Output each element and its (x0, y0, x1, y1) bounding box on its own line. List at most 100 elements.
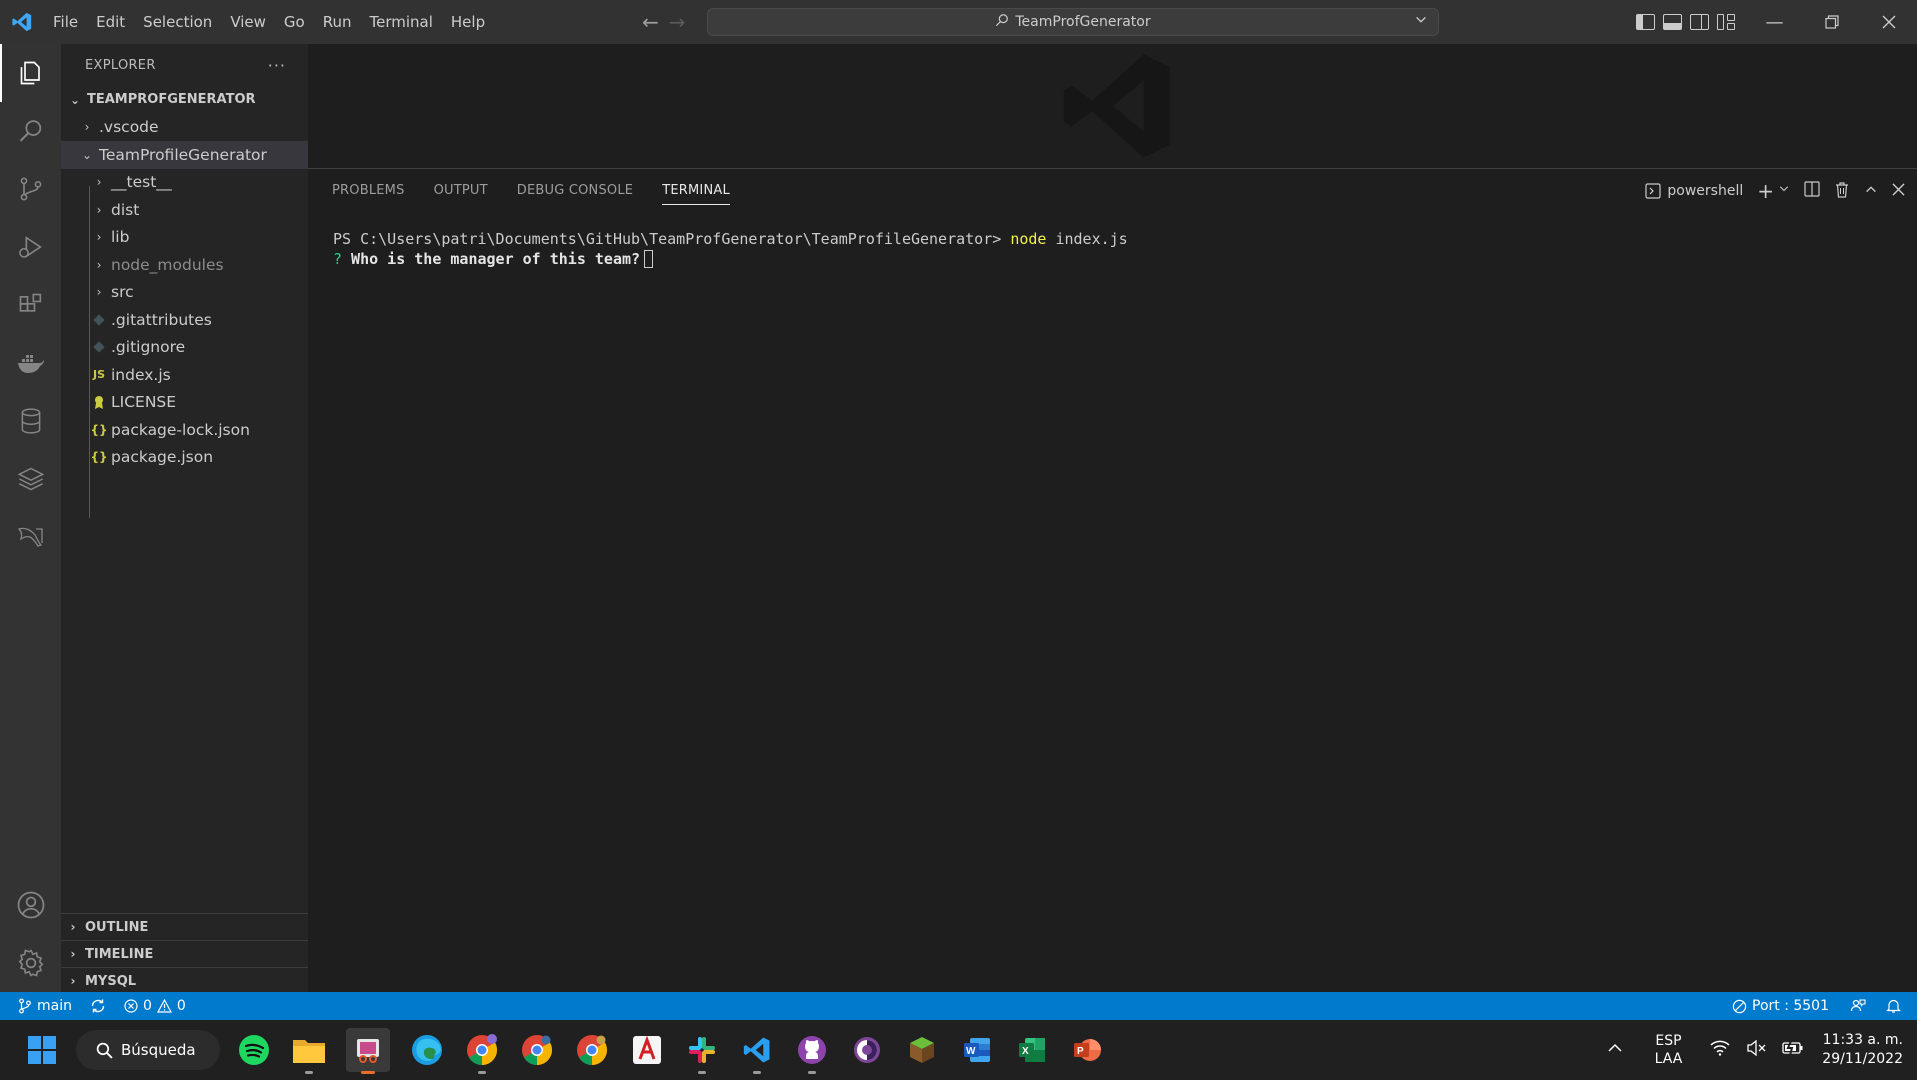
split-terminal-icon[interactable] (1804, 181, 1820, 201)
docker-icon[interactable] (0, 334, 61, 392)
toggle-panel-icon[interactable] (1663, 14, 1682, 30)
tree-folder-lib[interactable]: › lib (61, 224, 308, 252)
accounts-icon[interactable] (0, 876, 61, 934)
input-language[interactable]: ESP LAA (1655, 1032, 1683, 1068)
tree-item-label: .gitignore (111, 338, 186, 357)
trash-icon[interactable] (1834, 181, 1850, 202)
branch-indicator[interactable]: main (0, 992, 81, 1020)
terminal-line-2: ? Who is the manager of this team? (333, 249, 1128, 269)
chevron-down-icon[interactable] (1414, 13, 1428, 31)
menu-run[interactable]: Run (314, 0, 361, 44)
terminal-shell-selector[interactable]: powershell (1645, 183, 1743, 199)
tree-folder-src[interactable]: › src (61, 279, 308, 307)
show-hidden-icons-chevron-icon[interactable] (1607, 1042, 1623, 1058)
tree-folder-vscode[interactable]: › .vscode (61, 114, 308, 142)
tree-item-label: package-lock.json (111, 420, 250, 439)
maximize-panel-icon[interactable] (1864, 182, 1878, 200)
battery-charging-icon[interactable] (1782, 1040, 1804, 1059)
vscode-icon[interactable] (739, 1032, 775, 1074)
search-icon (96, 1042, 113, 1059)
live-server-port[interactable]: Port : 5501 (1723, 992, 1838, 1020)
mysql-dolphin-icon[interactable] (0, 508, 61, 566)
layers-icon[interactable] (0, 450, 61, 508)
excel-icon[interactable]: X (1014, 1032, 1050, 1068)
windows-start-icon[interactable] (14, 1035, 70, 1065)
volume-muted-icon[interactable] (1746, 1039, 1766, 1060)
window-controls: — (1746, 0, 1917, 44)
close-window-icon[interactable] (1860, 0, 1917, 44)
taskbar-search[interactable]: Búsqueda (76, 1030, 220, 1070)
tree-folder-teamprofilegenerator[interactable]: ⌄ TeamProfileGenerator (61, 141, 308, 169)
tree-folder-node-modules[interactable]: › node_modules (61, 251, 308, 279)
bottom-panel: PROBLEMS OUTPUT DEBUG CONSOLE TERMINAL p… (308, 168, 1917, 992)
feedback-button[interactable] (1838, 992, 1878, 1020)
timeline-section[interactable]: › TIMELINE (61, 940, 308, 967)
tab-terminal[interactable]: TERMINAL (662, 183, 730, 205)
json-file-icon: {} (90, 450, 108, 465)
explorer-icon[interactable] (0, 44, 61, 102)
more-actions-icon[interactable]: ··· (268, 56, 286, 75)
snipping-tool-icon[interactable] (346, 1028, 390, 1074)
menu-selection[interactable]: Selection (134, 0, 221, 44)
clock[interactable]: 11:33 a. m. 29/11/2022 (1822, 1031, 1903, 1069)
menu-file[interactable]: File (44, 0, 87, 44)
menu-terminal[interactable]: Terminal (361, 0, 442, 44)
powerpoint-icon[interactable]: P (1069, 1032, 1105, 1068)
new-terminal-plus-icon[interactable]: + (1757, 179, 1774, 203)
tree-file-gitignore[interactable]: .gitignore (61, 334, 308, 362)
workspace-root-folder[interactable]: ⌄ TEAMPROFGENERATOR (61, 86, 308, 114)
close-panel-icon[interactable] (1892, 182, 1905, 200)
run-debug-icon[interactable] (0, 218, 61, 276)
github-desktop-icon[interactable] (794, 1032, 830, 1074)
tor-browser-icon[interactable] (849, 1032, 885, 1068)
edge-icon[interactable] (409, 1032, 445, 1068)
tree-folder-dist[interactable]: › dist (61, 196, 308, 224)
forward-arrow-icon[interactable]: → (669, 10, 686, 34)
spotify-icon[interactable] (236, 1032, 272, 1068)
customize-layout-icon[interactable] (1717, 14, 1735, 30)
command-center[interactable]: TeamProfGenerator (707, 8, 1439, 36)
tree-file-license[interactable]: LICENSE (61, 389, 308, 417)
acrobat-icon[interactable] (629, 1032, 665, 1068)
outline-section[interactable]: › OUTLINE (61, 913, 308, 940)
file-explorer-icon[interactable] (291, 1032, 327, 1074)
tree-folder-test[interactable]: › __test__ (61, 169, 308, 197)
wifi-icon[interactable] (1710, 1040, 1730, 1060)
minecraft-icon[interactable] (904, 1032, 940, 1068)
search-activity-icon[interactable] (0, 102, 61, 160)
slack-icon[interactable] (684, 1032, 720, 1074)
tab-debug-console[interactable]: DEBUG CONSOLE (517, 183, 633, 205)
back-arrow-icon[interactable]: ← (642, 10, 659, 34)
menu-help[interactable]: Help (442, 0, 494, 44)
word-icon[interactable]: W (959, 1032, 995, 1068)
minimize-icon[interactable]: — (1746, 0, 1803, 44)
tree-file-package-lock-json[interactable]: {} package-lock.json (61, 416, 308, 444)
extensions-icon[interactable] (0, 276, 61, 334)
tree-file-package-json[interactable]: {} package.json (61, 444, 308, 472)
chrome-profile-3-icon[interactable] (574, 1032, 610, 1068)
terminal-output[interactable]: PS C:\Users\patri\Documents\GitHub\TeamP… (333, 229, 1128, 269)
restore-icon[interactable] (1803, 0, 1860, 44)
tree-file-gitattributes[interactable]: .gitattributes (61, 306, 308, 334)
sync-button[interactable] (81, 992, 115, 1020)
menu-view[interactable]: View (221, 0, 275, 44)
tab-output[interactable]: OUTPUT (434, 183, 488, 205)
chrome-icon[interactable] (464, 1032, 500, 1074)
settings-gear-icon[interactable] (0, 934, 61, 992)
problems-indicator[interactable]: 0 0 (115, 992, 195, 1020)
chevron-right-icon: › (96, 285, 102, 300)
toggle-primary-sidebar-icon[interactable] (1636, 14, 1655, 30)
database-icon[interactable] (0, 392, 61, 450)
vscode-logo-icon (0, 0, 44, 44)
chrome-profile-2-icon[interactable] (519, 1032, 555, 1068)
toggle-secondary-sidebar-icon[interactable] (1690, 14, 1709, 30)
notifications-button[interactable] (1878, 992, 1917, 1020)
chevron-down-icon[interactable] (1778, 183, 1790, 199)
source-control-icon[interactable] (0, 160, 61, 218)
mysql-section[interactable]: › MYSQL (61, 967, 308, 994)
search-label: Búsqueda (121, 1041, 196, 1059)
menu-edit[interactable]: Edit (87, 0, 134, 44)
tab-problems[interactable]: PROBLEMS (332, 183, 405, 205)
tree-file-index-js[interactable]: JS index.js (61, 361, 308, 389)
menu-go[interactable]: Go (275, 0, 314, 44)
